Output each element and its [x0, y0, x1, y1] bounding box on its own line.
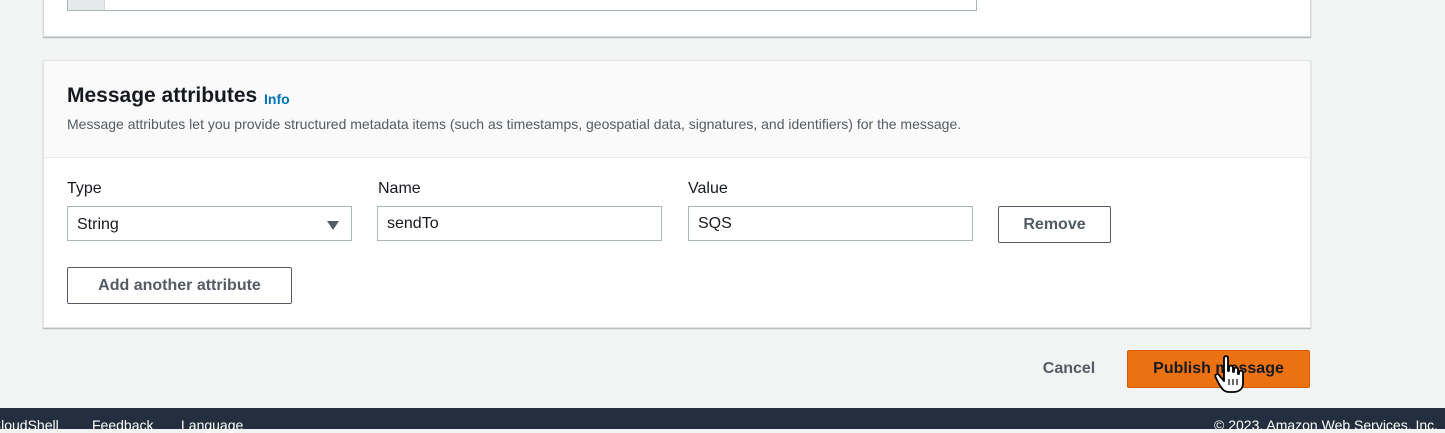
cancel-button[interactable]: Cancel	[1030, 351, 1108, 387]
value-label: Value	[688, 180, 728, 197]
add-another-attribute-button[interactable]: Add another attribute	[67, 267, 292, 304]
publish-message-button[interactable]: Publish message	[1127, 350, 1310, 388]
footer-copyright: © 2023, Amazon Web Services, Inc.	[1214, 417, 1439, 433]
footer-language-link[interactable]: Language	[181, 417, 243, 433]
message-attributes-title: Message attributes	[67, 84, 258, 107]
message-attributes-panel: Message attributes Info Message attribut…	[43, 60, 1311, 328]
info-link[interactable]: Info	[264, 91, 290, 107]
type-label: Type	[67, 180, 102, 197]
footer-cloudshell-link[interactable]: CloudShell	[0, 417, 59, 433]
type-select-value: String	[77, 216, 119, 233]
message-attributes-description: Message attributes let you provide struc…	[67, 116, 962, 132]
remove-button[interactable]: Remove	[998, 206, 1111, 243]
message-attributes-header: Message attributes Info Message attribut…	[44, 61, 1310, 158]
editor-gutter	[68, 0, 105, 10]
type-select[interactable]: String	[67, 206, 352, 241]
caret-down-icon	[327, 221, 339, 230]
footer-feedback-link[interactable]: Feedback	[92, 417, 153, 433]
name-label: Name	[378, 180, 421, 197]
name-input[interactable]	[377, 206, 662, 241]
console-footer: CloudShell Feedback Language © 2023, Ama…	[0, 408, 1445, 433]
message-body-editor[interactable]	[67, 0, 977, 11]
value-input[interactable]	[688, 206, 973, 241]
message-body-panel	[43, 0, 1311, 37]
